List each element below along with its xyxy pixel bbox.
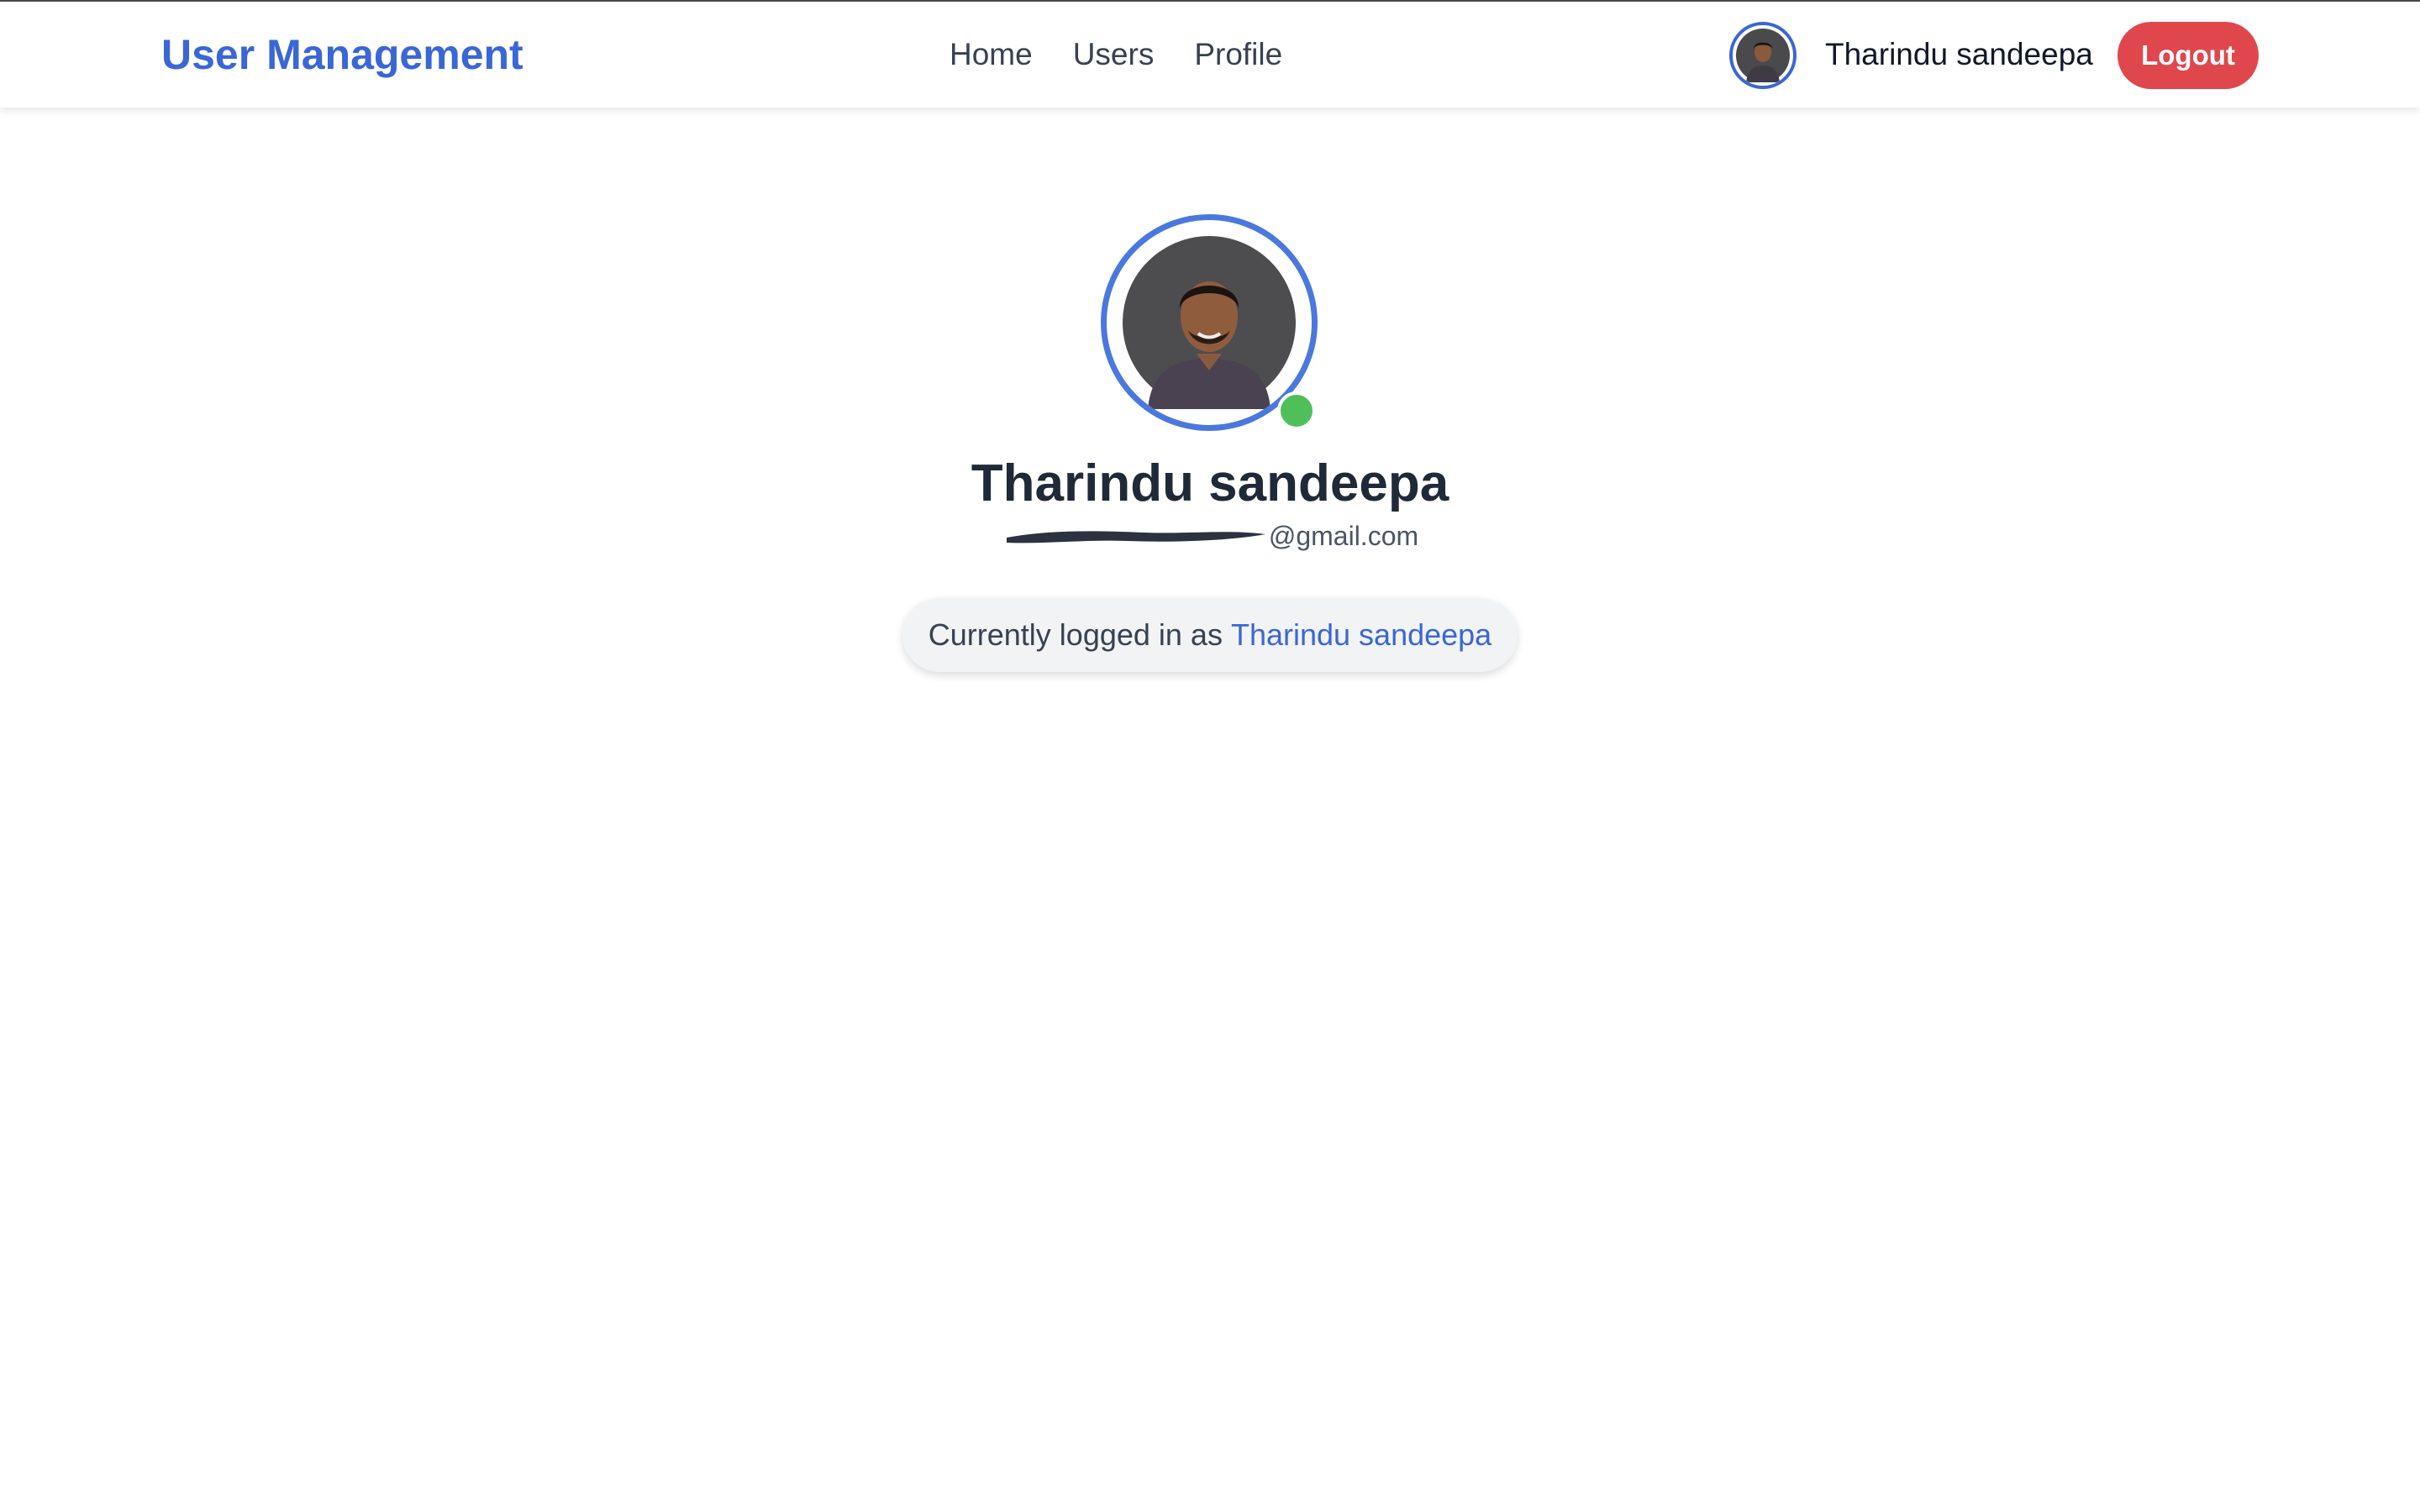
email-redaction-mark: [1002, 526, 1269, 548]
user-photo-icon: [1736, 29, 1790, 82]
logout-button[interactable]: Logout: [2118, 22, 2259, 89]
login-status-pill: Currently logged in as Tharindu sandeepa: [902, 598, 1518, 672]
email-suffix: @gmail.com: [1268, 521, 1419, 551]
online-status-dot: [1277, 391, 1316, 430]
login-status-prefix: Currently logged in as: [928, 617, 1223, 652]
top-navbar: User Management Home Users Profile Thari…: [0, 0, 2420, 108]
profile-email: @gmail.com: [0, 521, 2420, 552]
profile-name: Tharindu sandeepa: [971, 454, 1449, 512]
nav-link-profile[interactable]: Profile: [1194, 37, 1282, 72]
nav-link-users[interactable]: Users: [1073, 37, 1155, 72]
nav-links: Home Users Profile: [950, 2, 1282, 108]
user-photo-icon: [1123, 236, 1296, 409]
login-status-user: Tharindu sandeepa: [1230, 617, 1492, 652]
nav-avatar[interactable]: [1729, 22, 1797, 89]
nav-user-name: Tharindu sandeepa: [1825, 37, 2093, 71]
brand-title[interactable]: User Management: [161, 2, 523, 108]
nav-link-home[interactable]: Home: [950, 37, 1033, 72]
